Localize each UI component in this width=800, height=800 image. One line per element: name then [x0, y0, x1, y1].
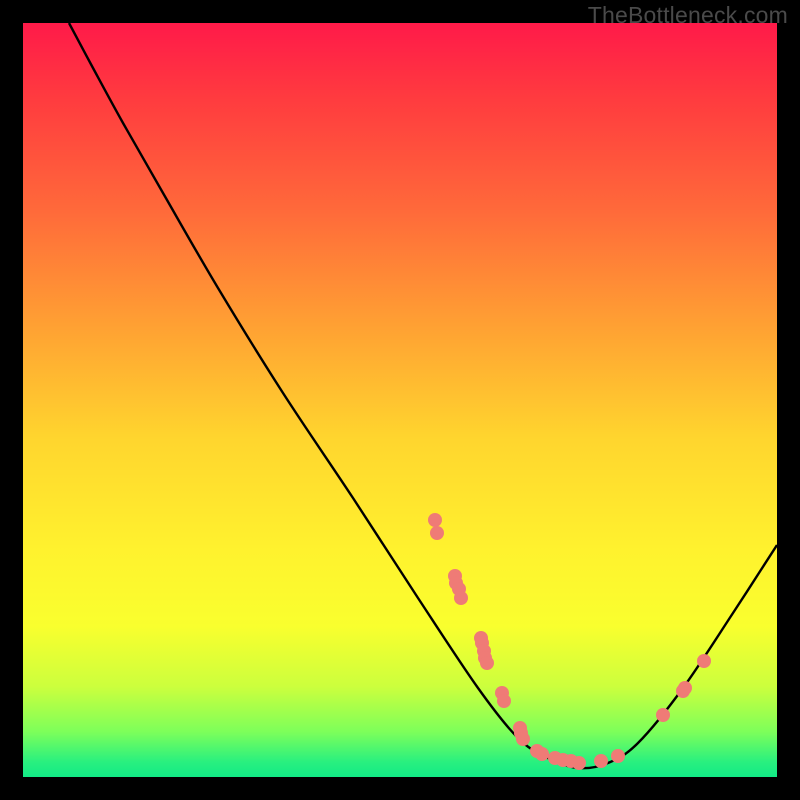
data-marker	[430, 526, 444, 540]
data-marker	[480, 656, 494, 670]
data-marker	[428, 513, 442, 527]
chart-svg	[23, 23, 777, 777]
data-marker	[611, 749, 625, 763]
watermark-text: TheBottleneck.com	[588, 2, 788, 29]
data-marker	[678, 681, 692, 695]
data-marker	[594, 754, 608, 768]
chart-plot-area	[23, 23, 777, 777]
data-marker	[656, 708, 670, 722]
data-marker	[516, 732, 530, 746]
data-markers	[428, 513, 711, 770]
data-marker	[535, 747, 549, 761]
data-marker	[697, 654, 711, 668]
bottleneck-curve	[69, 23, 777, 768]
data-marker	[572, 756, 586, 770]
data-marker	[454, 591, 468, 605]
data-marker	[497, 694, 511, 708]
